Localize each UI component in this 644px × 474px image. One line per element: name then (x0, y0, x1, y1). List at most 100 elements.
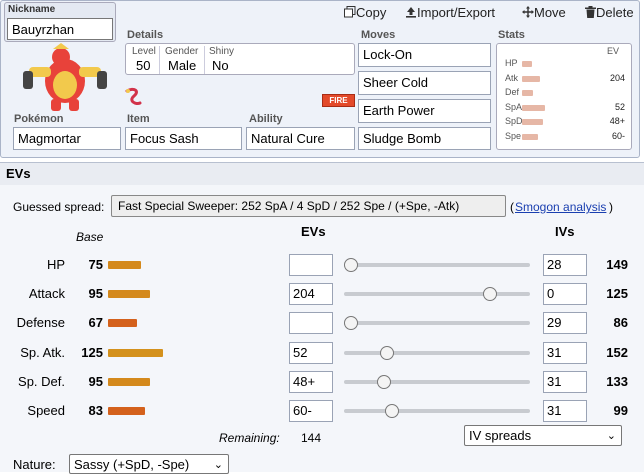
copy-icon (344, 6, 356, 18)
chevron-down-icon: ⌄ (606, 430, 616, 442)
remaining-label: Remaining: (219, 431, 280, 445)
item-sprite (124, 87, 142, 107)
stats-row: HP (505, 58, 625, 70)
evs-title: EVs (6, 166, 31, 181)
stats-row: SpD 48+ (505, 116, 625, 128)
final-stat-value: 86 (613, 315, 628, 331)
ev-slider-thumb[interactable] (344, 316, 358, 331)
move-1-input[interactable]: Lock-On (358, 43, 491, 67)
remaining-value: 144 (301, 431, 322, 445)
base-value: 95 (88, 373, 103, 389)
pokemon-input[interactable]: Magmortar (13, 127, 121, 150)
nickname-input[interactable]: Bauyrzhan (7, 18, 113, 40)
stat-label: Speed (27, 403, 65, 418)
gender-value: Male (168, 58, 197, 73)
final-stat-value: 133 (606, 373, 628, 389)
ev-input[interactable]: 60- (289, 400, 333, 422)
stats-row-ev: 52 (614, 101, 625, 112)
stats-row-name: SpD (505, 116, 523, 127)
ev-slider-thumb[interactable] (377, 374, 391, 389)
item-label: Item (127, 113, 150, 125)
base-value: 125 (81, 344, 103, 360)
stats-row-bar (522, 90, 533, 97)
base-bar (108, 348, 163, 357)
delete-button[interactable]: Delete (585, 5, 634, 20)
nature-select[interactable]: Sassy (+SpD, -Spe) ⌄ (69, 454, 229, 474)
ev-input[interactable] (289, 254, 333, 276)
base-bar (108, 290, 150, 299)
iv-input[interactable]: 29 (543, 312, 587, 335)
stats-row-name: Spe (505, 131, 522, 141)
iv-input[interactable]: 31 (543, 370, 587, 393)
ability-input[interactable]: Natural Cure (246, 127, 355, 150)
move-2-input[interactable]: Sheer Cold (358, 71, 491, 95)
ev-slider-track[interactable] (344, 292, 530, 297)
base-bar (108, 377, 150, 386)
import-export-label: Import/Export (417, 5, 496, 20)
stat-label: Sp. Def. (18, 373, 65, 389)
ev-input[interactable]: 204 (289, 283, 333, 306)
magmortar-sprite-icon (23, 43, 107, 111)
final-stat-value: 152 (606, 344, 628, 360)
stats-row-ev: 204 (609, 72, 625, 83)
iv-input[interactable]: 31 (543, 400, 587, 422)
move-3-input[interactable]: Earth Power (358, 99, 491, 123)
type-badge: FIRE (322, 94, 355, 107)
level-label: Level (132, 46, 156, 57)
pokemon-set-panel: Nickname Bauyrzhan Copy Import/Export Mo… (0, 0, 640, 158)
ev-slider-thumb[interactable] (380, 345, 394, 360)
ev-input[interactable]: 48+ (289, 370, 333, 393)
stats-box[interactable]: EV HP Atk 204 Def SpA 52 SpD 48+ Spe 60- (496, 43, 632, 150)
iv-input[interactable]: 0 (543, 283, 587, 306)
import-icon (406, 7, 416, 18)
stats-row-bar (522, 134, 538, 140)
base-bar (108, 319, 137, 328)
base-bar (108, 261, 141, 269)
import-export-button[interactable]: Import/Export (405, 5, 495, 20)
shiny-value: No (212, 58, 229, 73)
ev-slider-track[interactable] (344, 379, 530, 384)
iv-spreads-value: IV spreads (469, 428, 532, 443)
ev-slider-track[interactable] (344, 263, 530, 267)
pokemon-sprite (15, 41, 115, 113)
smogon-paren-open: ( (510, 200, 514, 214)
ev-input[interactable] (289, 312, 333, 335)
stats-row-name: SpA (505, 101, 523, 112)
stats-row: Atk 204 (505, 73, 625, 85)
nickname-box: Nickname Bauyrzhan (4, 2, 116, 42)
chevron-down-icon: ⌄ (213, 459, 223, 471)
ivs-header: IVs (555, 224, 575, 239)
details-box[interactable]: Level 50 Gender Male Shiny No (125, 43, 355, 75)
ev-slider-thumb[interactable] (483, 287, 497, 302)
ev-slider-track[interactable] (344, 409, 530, 413)
ev-input[interactable]: 52 (289, 341, 333, 364)
move-button[interactable]: Move (522, 5, 566, 20)
ev-slider-track[interactable] (344, 350, 530, 355)
stats-row: Def (505, 87, 625, 99)
item-input[interactable]: Focus Sash (125, 127, 242, 150)
ev-slider-thumb[interactable] (385, 404, 399, 418)
base-header: Base (76, 230, 104, 244)
details-label: Details (127, 29, 164, 41)
move-4-input[interactable]: Sludge Bomb (358, 127, 491, 150)
iv-input[interactable]: 28 (543, 254, 587, 276)
iv-spreads-select[interactable]: IV spreads ⌄ (464, 425, 622, 446)
details-divider (204, 46, 205, 74)
nature-value: Sassy (+SpD, -Spe) (74, 457, 190, 472)
iv-input[interactable]: 31 (543, 341, 587, 364)
stats-row: Spe 60- (505, 131, 625, 143)
final-stat-value: 99 (613, 403, 628, 418)
smogon-paren-close: ) (609, 200, 613, 214)
final-stat-value: 125 (606, 286, 628, 302)
stat-label: HP (46, 257, 65, 272)
guessed-spread-button[interactable]: Fast Special Sweeper: 252 SpA / 4 SpD / … (111, 195, 506, 217)
trash-icon (585, 6, 596, 18)
smogon-analysis-link[interactable]: Smogon analysis (515, 200, 606, 214)
ev-slider-thumb[interactable] (344, 258, 358, 272)
nickname-label: Nickname (8, 4, 56, 15)
move-arrows-icon (522, 6, 534, 18)
copy-button[interactable]: Copy (344, 5, 386, 20)
stats-row-ev: 48+ (609, 116, 625, 127)
base-value: 67 (88, 315, 103, 331)
ev-slider-track[interactable] (344, 321, 530, 326)
